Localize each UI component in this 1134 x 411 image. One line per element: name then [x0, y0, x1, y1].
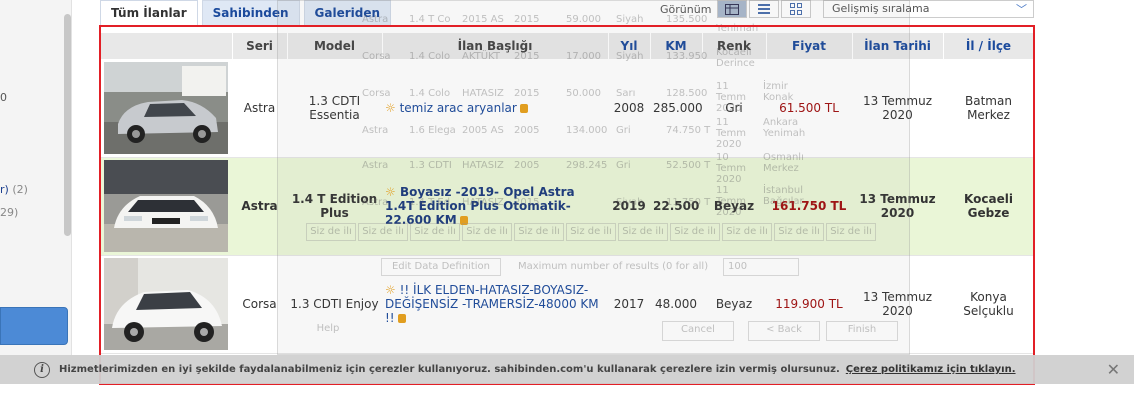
pin-icon: [519, 103, 528, 113]
header-seri[interactable]: Seri: [232, 33, 288, 59]
chevron-down-icon: ﹀: [1016, 3, 1027, 16]
cell-model: 1.3 CDTI Enjoy: [287, 255, 382, 354]
header-price[interactable]: Fiyat: [766, 33, 853, 59]
header-date[interactable]: İlan Tarihi: [852, 33, 944, 59]
cell-date: 13 Temmuz 2020: [852, 59, 943, 158]
table-header-row: Seri Model İlan Başlığı Yıl KM Renk Fiya…: [100, 33, 1035, 59]
cell-color: Beyaz: [702, 157, 766, 256]
cell-title[interactable]: ☼ temiz arac aryanlar: [382, 59, 608, 158]
gallery-view-icon: [790, 3, 803, 15]
left-action-button[interactable]: [0, 307, 68, 345]
sun-icon: ☼: [385, 283, 396, 297]
ghost-cell: 2015 AS: [462, 14, 504, 25]
cell-year: 2019: [608, 157, 650, 256]
left-fragment-count: (2): [12, 183, 28, 196]
cell-km: 285.000: [650, 59, 703, 158]
cell-price: 161.750 TL: [766, 157, 852, 256]
list-view-button[interactable]: [749, 0, 780, 18]
cell-location: Batman Merkez: [943, 59, 1034, 158]
header-model[interactable]: Model: [287, 33, 383, 59]
sort-select-value: Gelişmiş sıralama: [832, 2, 930, 15]
list-view-icon: [758, 4, 771, 14]
cell-model: 1.3 CDTI Essentia: [287, 59, 382, 158]
tab-by-owner[interactable]: Sahibinden: [201, 0, 300, 25]
car-photo[interactable]: [104, 61, 228, 154]
header-year[interactable]: Yıl: [608, 33, 651, 59]
close-icon[interactable]: ✕: [1107, 360, 1120, 379]
left-filter-panel: 0 r) (2) 29): [0, 0, 72, 355]
view-switcher: Görünüm: [660, 0, 813, 18]
header-km[interactable]: KM: [650, 33, 703, 59]
header-image: [100, 33, 233, 59]
table-view-icon: [725, 3, 740, 15]
cell-color: Gri: [702, 59, 766, 158]
view-label: Görünüm: [660, 2, 712, 16]
cell-km: 48.000: [650, 255, 702, 354]
tab-by-dealer[interactable]: Galeriden: [303, 0, 392, 25]
info-icon: i: [34, 361, 50, 378]
cookie-policy-link[interactable]: Çerez politikamız için tıklayın.: [846, 364, 1016, 375]
pin-icon: [397, 314, 406, 323]
cell-km: 22.500: [650, 157, 702, 256]
header-location[interactable]: İl / İlçe: [943, 33, 1035, 59]
tab-all-listings[interactable]: Tüm İlanlar: [100, 0, 198, 25]
header-title[interactable]: İlan Başlığı: [382, 33, 609, 59]
cell-year: 2017: [608, 255, 650, 354]
left-fragment-2[interactable]: r) (2): [0, 183, 28, 196]
cell-seri: Astra: [232, 59, 287, 158]
listing-thumbnail-cell[interactable]: [100, 255, 232, 354]
cell-location: Konya Selçuklu: [943, 255, 1034, 354]
cell-price: 119.900 TL: [766, 255, 852, 354]
table-row-highlighted[interactable]: Astra 1.4 T Edition Plus ☼ Boyasız -2019…: [100, 157, 1034, 256]
left-fragment-link[interactable]: r): [0, 183, 9, 196]
sort-select[interactable]: Gelişmiş sıralama ﹀: [823, 0, 1034, 18]
cookie-banner: i Hizmetlerimizden en iyi şekilde faydal…: [0, 355, 1134, 384]
cell-date: 13 Temmuz 2020: [852, 255, 943, 354]
cell-model: 1.4 T Edition Plus: [287, 157, 382, 256]
listing-title-link[interactable]: temiz arac aryanlar: [400, 101, 517, 115]
table-view-button[interactable]: [717, 0, 748, 18]
car-photo[interactable]: [104, 160, 228, 252]
cell-location: Kocaeli Gebze: [943, 157, 1034, 256]
left-fragment-1: 0: [0, 91, 7, 104]
cookie-text: Hizmetlerimizden en iyi şekilde faydalan…: [59, 364, 840, 375]
listing-thumbnail-cell[interactable]: [100, 157, 232, 256]
gallery-view-button[interactable]: [781, 0, 812, 18]
cell-title[interactable]: ☼ !! İLK ELDEN-HATASIZ-BOYASIZ-DEĞİŞENSİ…: [382, 255, 608, 354]
ghost-cell: Siyah: [616, 14, 644, 25]
ghost-cell: 59.000: [566, 14, 601, 25]
header-color[interactable]: Renk: [702, 33, 767, 59]
car-photo[interactable]: [104, 258, 228, 350]
cell-seri: Corsa: [232, 255, 287, 354]
cell-title[interactable]: ☼ Boyasız -2019- Opel Astra 1.4T Edition…: [382, 157, 608, 256]
cell-year: 2008: [608, 59, 650, 158]
ghost-cell: 2015: [514, 14, 540, 25]
listing-title-link[interactable]: Boyasız -2019- Opel Astra 1.4T Edition P…: [385, 185, 575, 227]
ghost-cell: 1.4 T Co: [409, 14, 451, 25]
table-row[interactable]: Corsa 1.3 CDTI Enjoy ☼ !! İLK ELDEN-HATA…: [100, 255, 1034, 354]
cell-color: Beyaz: [702, 255, 766, 354]
sun-icon: ☼: [385, 100, 396, 115]
left-fragment-3: 29): [0, 206, 19, 219]
listing-tabs: Tüm İlanlar Sahibinden Galeriden: [100, 0, 392, 25]
left-scrollbar[interactable]: [64, 14, 71, 236]
listing-table: Seri Model İlan Başlığı Yıl KM Renk Fiya…: [100, 33, 1035, 354]
cell-seri: Astra: [232, 157, 287, 256]
listing-title-link[interactable]: !! İLK ELDEN-HATASIZ-BOYASIZ-DEĞİŞENSİZ …: [385, 283, 599, 325]
pin-icon: [459, 216, 468, 225]
cell-date: 13 Temmuz 2020: [852, 157, 943, 256]
table-row[interactable]: Astra 1.3 CDTI Essentia ☼ temiz arac ary…: [100, 59, 1034, 158]
cell-price: 61.500 TL: [766, 59, 852, 158]
sun-icon: ☼: [385, 185, 396, 199]
listing-thumbnail-cell[interactable]: [100, 59, 232, 158]
